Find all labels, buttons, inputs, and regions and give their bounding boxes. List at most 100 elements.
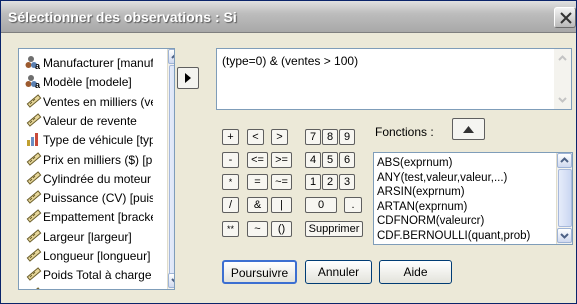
key-multiply[interactable]: * [222, 174, 239, 190]
variable-item[interactable]: Empattement [bracket] [25, 208, 153, 227]
variable-list[interactable]: aManufacturer [manufact]aModèle [modele]… [18, 48, 175, 290]
variable-item[interactable]: Prix en milliers ($) [prix] [25, 151, 153, 170]
scale-icon [26, 209, 42, 224]
key-6[interactable]: 6 [339, 152, 355, 168]
variable-label: Prix en milliers ($) [prix] [43, 152, 153, 167]
scroll-arrows-icon [558, 55, 567, 103]
key-4[interactable]: 4 [305, 152, 321, 168]
variable-item[interactable]: Ventes en milliers (ventes) [25, 93, 153, 112]
key-parentheses[interactable]: () [271, 221, 292, 237]
key-3[interactable]: 3 [339, 174, 355, 190]
variable-label: Empattement [bracket] [43, 210, 153, 225]
chevron-up-icon [560, 157, 569, 163]
key-power[interactable]: ** [222, 221, 239, 237]
variable-label: Largeur [largeur] [43, 229, 132, 244]
variable-item[interactable]: a Modèle [modele] [25, 73, 153, 92]
function-item[interactable]: ANY(test,valeur,valeur,...) [377, 171, 507, 185]
key-less-equal[interactable]: <= [247, 152, 268, 168]
key-decimal[interactable]: . [344, 197, 362, 213]
continue-button[interactable]: Poursuivre [222, 260, 297, 284]
expression-scrollbar[interactable] [554, 49, 571, 109]
expression-text: (type=0) & (ventes > 100) [222, 54, 359, 68]
functions-scrollbar[interactable] [556, 153, 572, 244]
scale-icon [26, 267, 42, 282]
svg-text:a: a [35, 80, 41, 89]
functions-scroll-down[interactable] [557, 228, 572, 243]
scroll-up-button[interactable] [168, 49, 174, 64]
scroll-down-button[interactable] [168, 273, 174, 288]
variable-item[interactable]: Longueur [longueur] [25, 247, 153, 266]
scale-icon [26, 286, 42, 289]
ordinal-icon [27, 133, 38, 147]
key-minus[interactable]: - [222, 152, 239, 168]
scroll-thumb[interactable] [169, 65, 174, 275]
nominal-icon: a [25, 56, 41, 70]
svg-text:a: a [35, 61, 41, 70]
scale-icon [26, 113, 42, 127]
variable-list-scrollbar[interactable] [167, 49, 174, 289]
variable-item[interactable]: Capacité de réservoir [25, 286, 153, 289]
variable-label: Ventes en milliers (ventes) [43, 94, 153, 109]
scale-icon [26, 190, 42, 204]
functions-list[interactable]: ABS(exprnum) ANY(test,valeur,valeur,...) A… [373, 152, 573, 245]
function-item[interactable]: ABS(exprnum) [377, 156, 452, 170]
close-button[interactable] [554, 7, 576, 28]
expression-input[interactable]: (type=0) & (ventes > 100) [216, 48, 572, 110]
key-not-equal[interactable]: ~= [271, 174, 292, 190]
delete-button[interactable]: Supprimer [305, 221, 363, 237]
key-1[interactable]: 1 [305, 174, 321, 190]
key-plus[interactable]: + [222, 129, 239, 145]
function-insert-button[interactable] [452, 118, 485, 140]
move-variable-button[interactable] [177, 67, 199, 89]
functions-label: Fonctions : [375, 125, 434, 139]
function-item[interactable]: ARTAN(exprnum) [377, 200, 467, 214]
key-not[interactable]: ~ [247, 221, 268, 237]
chevron-down-icon [560, 233, 569, 239]
function-item[interactable]: ARSIN(exprnum) [377, 185, 465, 199]
variable-label: Cylindrée du moteur [43, 171, 152, 186]
variable-label: Longueur [longueur] [43, 249, 151, 263]
variable-item[interactable]: Cylindrée du moteur [25, 170, 153, 189]
variable-item[interactable]: Type de véhicule [type] [25, 131, 153, 150]
key-7[interactable]: 7 [305, 129, 321, 145]
variable-label: Modèle [modele] [43, 75, 132, 90]
title-bar[interactable]: Sélectionner des observations : Si [1, 1, 576, 33]
arrow-right-icon [185, 73, 191, 83]
function-item[interactable]: CDF.BERNOULLI(quant,prob) [377, 229, 530, 243]
key-5[interactable]: 5 [322, 152, 338, 168]
variable-item[interactable]: Puissance (CV) [puissance] [25, 189, 153, 208]
chevron-down-icon [171, 278, 174, 283]
key-and[interactable]: & [247, 197, 268, 213]
variable-item[interactable]: Largeur [largeur] [25, 228, 153, 247]
variable-item[interactable]: Valeur de revente [25, 112, 153, 131]
key-greater-than[interactable]: > [271, 129, 288, 145]
key-8[interactable]: 8 [322, 129, 338, 145]
scale-icon [26, 93, 42, 108]
variable-item[interactable]: aManufacturer [manufact] [25, 54, 153, 73]
variable-item[interactable]: Poids Total à charge [25, 266, 153, 285]
functions-scroll-thumb[interactable] [558, 169, 572, 227]
key-2[interactable]: 2 [322, 174, 338, 190]
key-9[interactable]: 9 [339, 129, 355, 145]
nominal-icon: a [25, 75, 41, 89]
key-greater-equal[interactable]: >= [271, 152, 292, 168]
variable-label: Type de véhicule [type] [43, 133, 153, 148]
variable-label: Manufacturer [manufact] [43, 56, 153, 70]
function-item[interactable]: CDFNORM(valeurcr) [377, 214, 484, 228]
key-less-than[interactable]: < [247, 129, 264, 145]
scale-icon [26, 248, 42, 262]
variable-label: Puissance (CV) [puissance] [43, 191, 153, 206]
triangle-up-icon [463, 126, 474, 133]
key-0[interactable]: 0 [305, 197, 337, 213]
variable-label: Valeur de revente [43, 113, 137, 128]
key-divide[interactable]: / [222, 197, 239, 213]
key-or[interactable]: | [271, 197, 292, 213]
key-equal[interactable]: = [247, 174, 268, 190]
variable-label: Poids Total à charge [43, 268, 152, 283]
functions-scroll-up[interactable] [557, 153, 572, 168]
chevron-up-icon [171, 54, 174, 59]
cancel-button[interactable]: Annuler [305, 260, 372, 284]
variable-label: Capacité de réservoir [43, 288, 153, 289]
window-title: Sélectionner des observations : Si [8, 9, 237, 25]
help-button[interactable]: Aide [379, 260, 452, 284]
